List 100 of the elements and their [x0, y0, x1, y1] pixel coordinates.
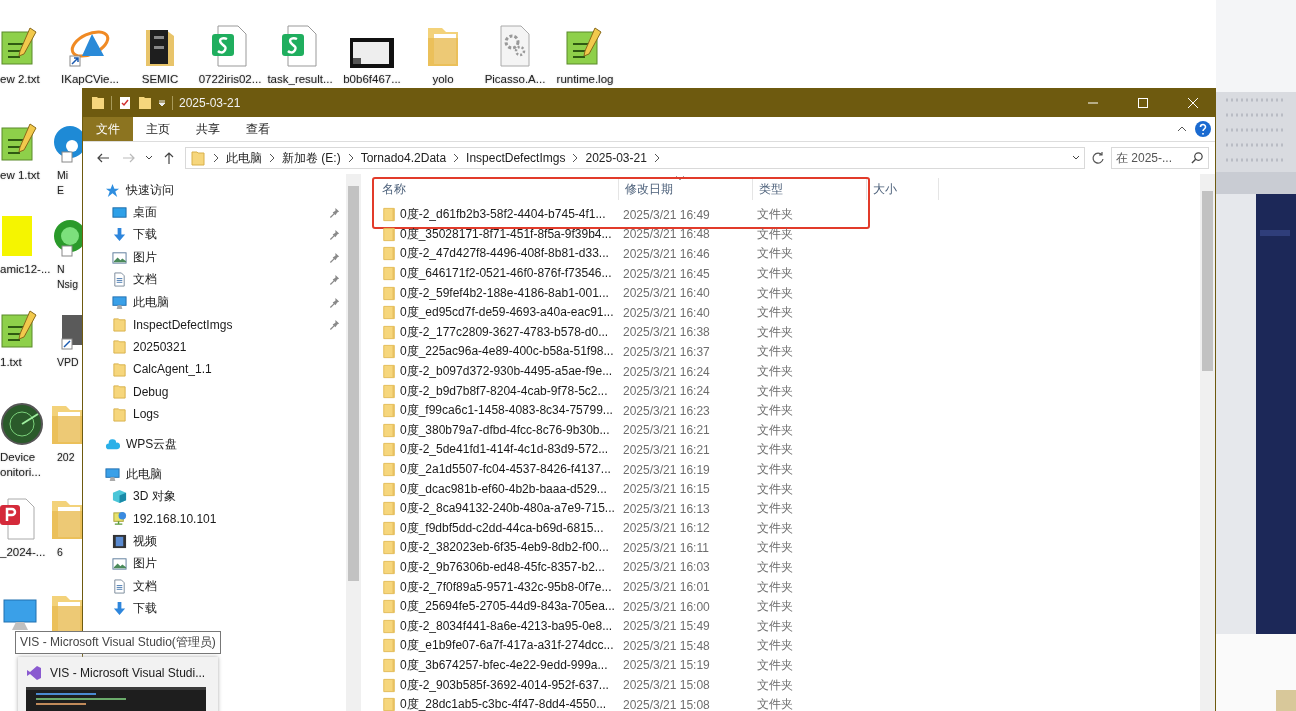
- chevron-icon[interactable]: [213, 153, 219, 163]
- desktop-icon-label[interactable]: _2024-...: [0, 545, 46, 560]
- desktop-icon-label[interactable]: 202: [57, 450, 75, 465]
- dropdown-caret-icon[interactable]: [1072, 155, 1080, 161]
- file-name[interactable]: 0度-2_b9d7b8f7-8204-4cab-9f78-5c2...: [400, 382, 608, 400]
- desktop-icon-label[interactable]: ew 1.txt: [0, 168, 40, 183]
- desktop-icon-label[interactable]: task_result...: [267, 72, 333, 87]
- file-name[interactable]: 0度_25694fe5-2705-44d9-843a-705ea...: [400, 598, 615, 616]
- file-name[interactable]: 0度_e1b9fe07-6a7f-417a-a31f-274dcc...: [400, 637, 614, 655]
- pin-icon[interactable]: [329, 296, 340, 308]
- desktop-icon-label[interactable]: VPD: [57, 355, 79, 370]
- nav-item[interactable]: Logs: [133, 407, 160, 422]
- desktop-icon-label[interactable]: 1.txt: [0, 355, 22, 370]
- chevron-icon[interactable]: [653, 153, 660, 163]
- file-name[interactable]: 0度_f99ca6c1-1458-4083-8c34-75799...: [400, 402, 613, 420]
- refresh-icon[interactable]: [1091, 151, 1105, 165]
- breadcrumb[interactable]: 此电脑: [226, 149, 262, 167]
- file-name[interactable]: 0度_225ac96a-4e89-400c-b58a-51f98...: [400, 343, 614, 361]
- recent-caret-icon[interactable]: [145, 155, 153, 161]
- nav-item[interactable]: Debug: [133, 384, 169, 399]
- ribbon-tab[interactable]: 文件: [83, 117, 133, 141]
- chevron-icon[interactable]: [453, 153, 460, 163]
- file-name[interactable]: 0度-2_903b585f-3692-4014-952f-637...: [400, 676, 609, 694]
- nav-item[interactable]: 视频: [133, 532, 157, 550]
- pin-icon[interactable]: [329, 229, 340, 241]
- file-name[interactable]: 0度-2_7f0f89a5-9571-432c-95b8-0f7e...: [400, 578, 612, 596]
- nav-item[interactable]: 20250321: [133, 339, 187, 354]
- scrollbar[interactable]: [1200, 174, 1215, 711]
- nav-item[interactable]: 图片: [133, 248, 157, 266]
- desktop-icon-label[interactable]: ew 2.txt: [0, 72, 40, 87]
- desktop-icon-label[interactable]: amic12-...: [0, 262, 51, 277]
- nav-item[interactable]: 3D 对象: [133, 487, 176, 505]
- file-name[interactable]: 0度_3b674257-bfec-4e22-9edd-999a...: [400, 656, 608, 674]
- file-name[interactable]: 0度_2a1d5507-fc04-4537-8426-f4137...: [400, 461, 611, 478]
- checklist-icon[interactable]: [118, 96, 132, 110]
- collapse-ribbon-icon[interactable]: [1177, 126, 1187, 132]
- file-name[interactable]: 0度-2_177c2809-3627-4783-b578-d0...: [400, 323, 609, 341]
- column-header[interactable]: 名称: [382, 178, 619, 200]
- file-name[interactable]: 0度-2_b097d372-930b-4495-a5ae-f9e...: [400, 363, 613, 381]
- file-name[interactable]: 0度-2_8ca94132-240b-480a-a7e9-715...: [400, 500, 615, 518]
- breadcrumb[interactable]: 2025-03-21: [585, 151, 647, 165]
- pin-icon[interactable]: [329, 207, 340, 219]
- desktop-icon-label[interactable]: 6: [57, 545, 63, 560]
- folder-icon[interactable]: [138, 96, 152, 110]
- address-bar[interactable]: 此电脑 新加卷 (E:) Tornado4.2Data InspectDefectImgs 2025-03-21: [185, 147, 1085, 169]
- pin-icon[interactable]: [329, 274, 340, 286]
- file-name[interactable]: 0度-2_382023eb-6f35-4eb9-8db2-f00...: [400, 539, 609, 557]
- ribbon-tab[interactable]: 共享: [183, 117, 233, 141]
- file-name[interactable]: 0度_646171f2-0521-46f0-876f-f73546...: [400, 265, 612, 283]
- nav-item[interactable]: 下载: [133, 599, 157, 617]
- breadcrumb[interactable]: InspectDefectImgs: [466, 151, 566, 165]
- file-name[interactable]: 0度-2_8034f441-8a6e-4213-ba95-0e8...: [400, 617, 613, 635]
- desktop-icon-label[interactable]: runtime.log: [556, 72, 614, 87]
- file-name[interactable]: 0度_f9dbf5dd-c2dd-44ca-b69d-6815...: [400, 519, 604, 537]
- ribbon-tab[interactable]: 查看: [233, 117, 283, 141]
- nav-item[interactable]: 下载: [133, 226, 157, 244]
- desktop-icon-label[interactable]: SEMIC: [141, 72, 179, 87]
- file-name[interactable]: 0度_dcac981b-ef60-4b2b-baaa-d529...: [400, 480, 607, 498]
- file-name[interactable]: 0度-2_9b76306b-ed48-45fc-8357-b2...: [400, 559, 605, 576]
- column-header[interactable]: 大小: [867, 178, 939, 200]
- up-arrow-icon[interactable]: [162, 151, 176, 165]
- nav-item[interactable]: 快速访问: [126, 181, 174, 199]
- file-name[interactable]: 0度-2_d61fb2b3-58f2-4404-b745-4f1...: [400, 206, 606, 224]
- file-name[interactable]: 0度-2_47d427f8-4496-408f-8b81-d33...: [400, 245, 609, 263]
- nav-item[interactable]: 文档: [133, 577, 157, 595]
- nav-item[interactable]: 此电脑: [126, 465, 162, 483]
- nav-item[interactable]: 桌面: [133, 204, 157, 222]
- file-name[interactable]: 0度-2_5de41fd1-414f-4c1d-83d9-572...: [400, 441, 609, 459]
- desktop-icon-label[interactable]: N Nsig: [57, 262, 78, 292]
- ribbon-tab[interactable]: 主页: [133, 117, 183, 141]
- breadcrumb[interactable]: Tornado4.2Data: [360, 151, 447, 165]
- taskbar-preview[interactable]: VIS - Microsoft Visual Studi...: [18, 657, 218, 711]
- file-name[interactable]: 0度_35028171-8f71-451f-8f5a-9f39b4...: [400, 225, 612, 243]
- column-header[interactable]: 类型: [753, 178, 867, 200]
- back-arrow-icon[interactable]: [96, 151, 110, 165]
- nav-item[interactable]: 192.168.10.101: [133, 511, 217, 526]
- nav-item[interactable]: CalcAgent_1.1: [133, 362, 212, 377]
- file-name[interactable]: 0度-2_59fef4b2-188e-4186-8ab1-001...: [400, 284, 609, 302]
- desktop-icon-label[interactable]: b0b6f467...: [343, 72, 401, 87]
- breadcrumb[interactable]: 新加卷 (E:): [282, 149, 341, 167]
- file-name[interactable]: 0度_28dc1ab5-c3bc-4f47-8dd4-4550...: [400, 696, 607, 711]
- column-header[interactable]: 修改日期: [619, 178, 753, 200]
- pin-icon[interactable]: [329, 319, 340, 331]
- chevron-icon[interactable]: [572, 153, 579, 163]
- nav-item[interactable]: 文档: [133, 271, 157, 289]
- scrollbar[interactable]: [346, 174, 361, 711]
- desktop-icon-label[interactable]: yolo: [432, 72, 454, 87]
- desktop-icon-label[interactable]: IKapCVie...: [61, 72, 119, 87]
- pin-icon[interactable]: [329, 251, 340, 263]
- nav-item[interactable]: WPS云盘: [126, 435, 178, 453]
- chevron-icon[interactable]: [269, 153, 275, 163]
- search-field[interactable]: 在 2025-...: [1111, 147, 1209, 169]
- help-icon[interactable]: [1195, 121, 1211, 137]
- folder-icon[interactable]: [91, 96, 105, 110]
- scrollbar-thumb[interactable]: [348, 186, 359, 581]
- nav-item[interactable]: InspectDefectImgs: [133, 317, 233, 332]
- scrollbar-thumb[interactable]: [1202, 191, 1213, 371]
- desktop-icon-label[interactable]: Device onitori...: [0, 450, 41, 480]
- nav-item[interactable]: 此电脑: [133, 293, 169, 311]
- file-name[interactable]: 0度_380b79a7-dfbd-4fcc-8c76-9b30b...: [400, 421, 610, 439]
